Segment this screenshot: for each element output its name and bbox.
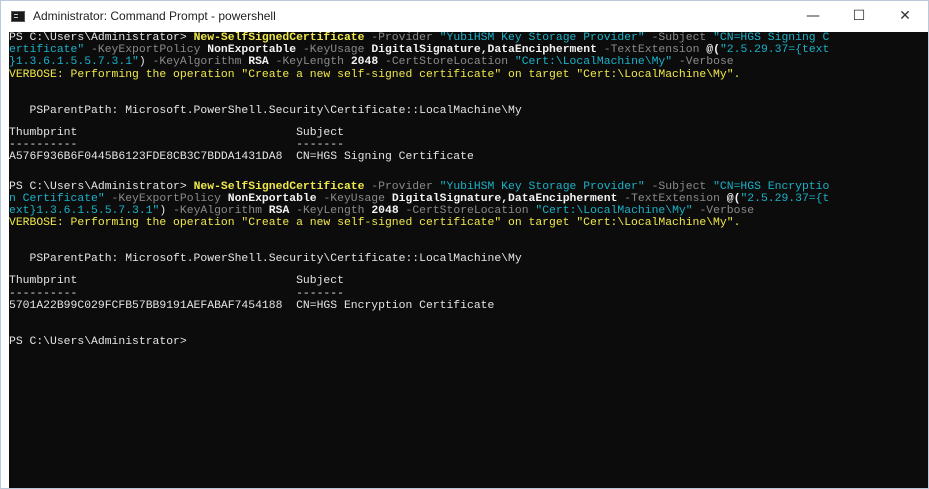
console-output[interactable]: PS C:\Users\Administrator> New-SelfSigne…: [9, 32, 928, 488]
verbose-line: VERBOSE: Performing the operation "Creat…: [9, 217, 741, 230]
table-header: Thumbprint Subject: [9, 126, 344, 139]
window-title: Administrator: Command Prompt - powershe…: [33, 9, 276, 23]
command-line: ext}1.3.6.1.5.5.7.3.1") -KeyAlgorithm RS…: [9, 204, 755, 217]
command-line: ertificate" -KeyExportPolicy NonExportab…: [9, 44, 830, 57]
close-button[interactable]: ✕: [882, 1, 928, 31]
title-bar[interactable]: Administrator: Command Prompt - powershe…: [1, 1, 928, 31]
verbose-line: VERBOSE: Performing the operation "Creat…: [9, 68, 741, 81]
maximize-button[interactable]: ☐: [836, 1, 882, 31]
window-controls: — ☐ ✕: [790, 1, 928, 31]
command-line: }1.3.6.1.5.5.7.3.1") -KeyAlgorithm RSA -…: [9, 56, 734, 69]
table-underline: ---------- -------: [9, 287, 344, 300]
current-prompt[interactable]: PS C:\Users\Administrator>: [9, 336, 928, 348]
ps-parent-path: PSParentPath: Microsoft.PowerShell.Secur…: [9, 104, 522, 117]
console-app-icon: [11, 10, 25, 22]
table-header: Thumbprint Subject: [9, 275, 344, 288]
table-row: A576F936B6F0445B6123FDE8CB3C7BDDA1431DA8…: [9, 151, 474, 164]
table-underline: ---------- -------: [9, 139, 344, 152]
command-line: n Certificate" -KeyExportPolicy NonExpor…: [9, 192, 830, 205]
ps-parent-path: PSParentPath: Microsoft.PowerShell.Secur…: [9, 253, 522, 266]
minimize-button[interactable]: —: [790, 1, 836, 31]
table-row: 5701A22B99C029FCFB57BB9191AEFABAF7454188…: [9, 299, 495, 312]
command-line: PS C:\Users\Administrator> New-SelfSigne…: [9, 32, 830, 44]
command-line: PS C:\Users\Administrator> New-SelfSigne…: [9, 180, 830, 193]
powershell-window: Administrator: Command Prompt - powershe…: [0, 0, 929, 489]
